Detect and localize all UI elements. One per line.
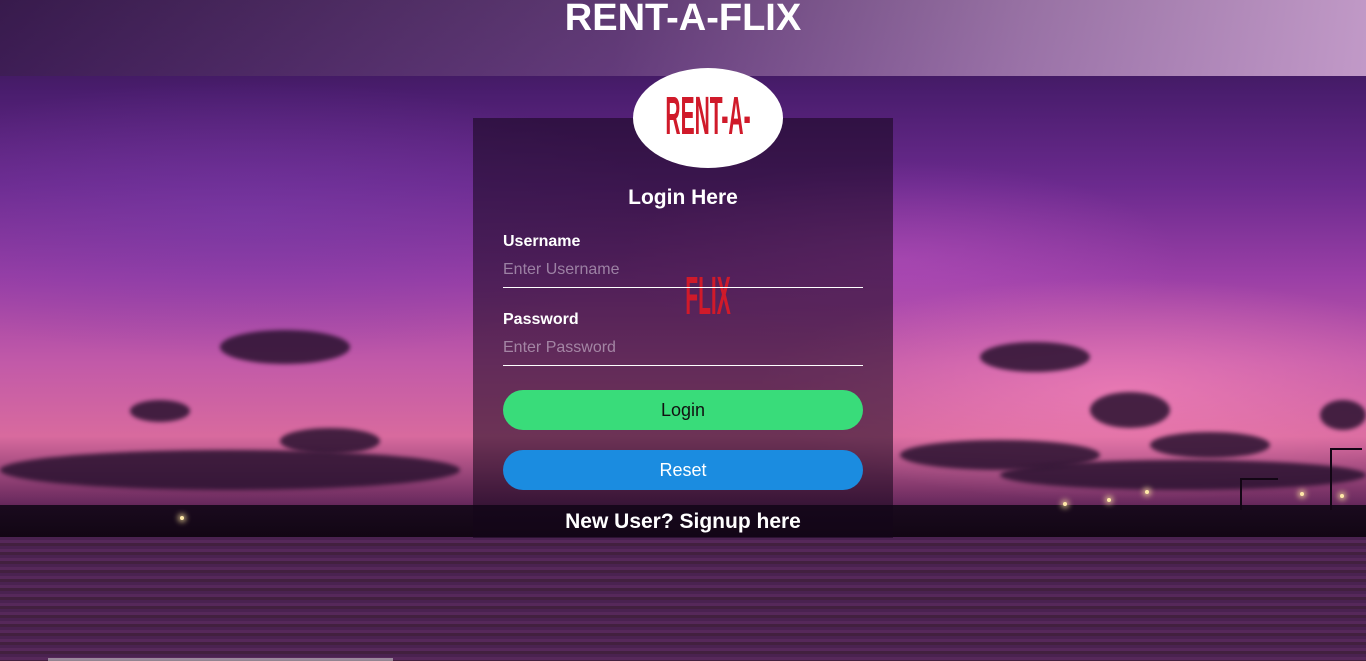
background-light — [1107, 498, 1111, 502]
background-cloud — [1090, 392, 1170, 428]
login-button[interactable]: Login — [503, 390, 863, 430]
background-light — [1145, 490, 1149, 494]
background-light — [1063, 502, 1067, 506]
brand-logo-text: RENT-A-FLIX — [665, 87, 751, 327]
brand-logo: RENT-A-FLIX — [633, 68, 783, 327]
background-light — [1340, 494, 1344, 498]
background-cloud — [1150, 432, 1270, 458]
background-crane — [1240, 478, 1278, 510]
background-cloud — [1320, 400, 1366, 430]
signup-link[interactable]: New User? Signup here — [473, 510, 893, 534]
reset-button[interactable]: Reset — [503, 450, 863, 490]
background-cloud — [980, 342, 1090, 372]
background-cloud — [130, 400, 190, 422]
username-input[interactable] — [503, 253, 863, 288]
background-light — [1300, 492, 1304, 496]
username-label: Username — [503, 233, 581, 250]
background-water — [0, 537, 1366, 661]
password-label: Password — [503, 311, 579, 328]
background-cloud — [1000, 460, 1366, 490]
background-light — [180, 516, 184, 520]
background-cloud — [220, 330, 350, 364]
background-cloud — [0, 450, 460, 490]
login-page: RENT-A-FLIX RENT-A-FLIX Login Here Usern… — [0, 0, 1366, 661]
password-input[interactable] — [503, 331, 863, 366]
login-heading: Login Here — [628, 186, 738, 209]
background-crane — [1330, 448, 1362, 510]
